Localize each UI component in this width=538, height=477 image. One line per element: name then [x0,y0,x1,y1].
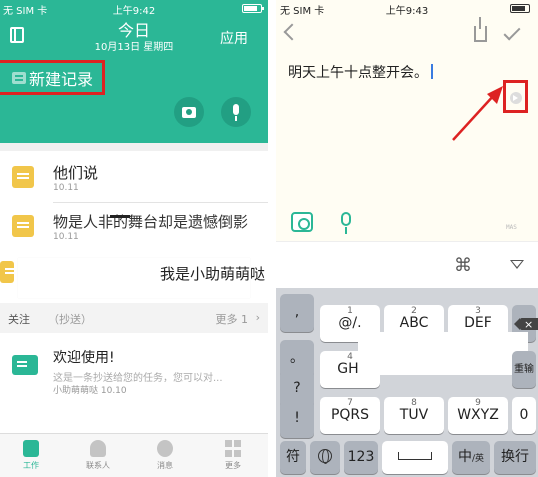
welcome-item[interactable]: 欢迎使用! 这是一条抄送给您的任务，您可以对... 小助萌萌哒 10.10 [0,333,268,401]
tab-label: 工作 [23,461,39,470]
new-record-label: 新建记录 [29,69,94,89]
item-title: 我是小助萌萌哒 [160,265,266,283]
send-icon[interactable] [510,92,522,104]
key-8[interactable]: 8 TUV [384,397,444,434]
divider [0,143,268,151]
list-item[interactable]: 他们说 10.11 [0,151,268,203]
camera-icon [182,107,196,118]
status-time: 上午9:42 [112,6,156,17]
more-grid-icon [225,440,241,457]
list-item[interactable]: 我是小助萌萌哒 [0,253,268,303]
tab-work[interactable]: 工作 [6,440,56,471]
camera-button[interactable] [174,97,204,127]
apps-button[interactable]: 应用 [220,28,248,48]
battery-icon [242,4,264,13]
note-text-area[interactable]: 明天上午十点整开会。 [288,62,433,82]
text-cursor [431,64,433,79]
new-record-button[interactable]: 新建记录 [0,60,105,95]
symbol-key[interactable]: 符 [280,441,306,474]
tab-label: 更多 [225,461,241,470]
note-icon [12,166,34,188]
tab-contacts[interactable]: 联系人 [73,440,123,471]
note-icon [12,215,34,237]
microphone-icon [233,104,239,121]
reset-key[interactable]: 重输 [512,351,536,388]
bottom-tab-bar: 工作 联系人 消息 更多 [0,433,268,477]
space-icon [398,452,432,460]
share-icon[interactable] [474,17,487,42]
annotation-arrow-icon [452,86,503,141]
more-link[interactable]: 更多 1 [216,311,249,327]
contacts-icon [90,440,106,457]
item-date: 10.11 [53,183,79,193]
glitch-bar [110,215,130,218]
key-comma[interactable]: , [280,294,314,332]
camera-icon[interactable] [291,212,313,232]
voice-button[interactable] [221,97,251,127]
item-meta: 小助萌萌哒 10.10 [53,386,127,396]
panel-gap [268,0,276,477]
back-icon[interactable] [283,23,301,41]
keyboard: , 。 ? ! 1@/. 2ABC 3DEF 4GHI 重输 7PQRS 8TU… [276,288,538,477]
tab-label: 联系人 [86,461,110,470]
chevron-right-icon: › [255,311,260,324]
checkmark-icon[interactable] [503,23,521,41]
new-note-icon [12,71,26,84]
command-icon[interactable]: ⌘ [454,255,472,276]
follow-section-header[interactable]: 关注 （抄送） 更多 1 › [0,303,268,333]
work-icon [23,440,39,457]
return-key[interactable]: 换行 [494,441,536,474]
status-bar: 无 SIM 卡 上午9:42 [0,0,268,17]
status-bar: 无 SIM 卡 上午9:43 [276,0,538,17]
list-item[interactable]: 物是人非的舞台却是遗憾倒影 10.11 [0,203,268,253]
key-7[interactable]: 7 PQRS [320,397,380,434]
green-header: 无 SIM 卡 上午9:42 今日 10月13日 星期四 应用 新建记录 [0,0,268,143]
section-title: 关注 [8,313,30,326]
watermark-logo: MAS [506,224,517,231]
space-key[interactable] [382,441,448,474]
numbers-key[interactable]: 123 [344,441,378,474]
task-card-icon [12,355,38,375]
keyboard-accessory-bar: ⌘ [276,241,538,288]
key-0[interactable]: 0 [512,397,536,434]
microphone-icon[interactable] [341,212,351,234]
item-description: 这是一条抄送给您的任务，您可以对... [53,373,223,384]
tab-label: 消息 [157,461,173,470]
key-9[interactable]: 9 WXYZ [448,397,508,434]
message-icon [157,440,173,457]
item-title: 欢迎使用! [53,350,115,366]
tab-more[interactable]: 更多 [208,440,258,471]
battery-icon [510,4,530,13]
delete-icon [514,306,538,343]
note-editor-screen: 无 SIM 卡 上午9:43 明天上午十点整开会。 MAS ⌘ , 。 ? ! [276,0,538,477]
note-icon [0,261,17,283]
glitch-overlay [358,332,528,375]
screenshot-root: 无 SIM 卡 上午9:42 今日 10月13日 星期四 应用 新建记录 他们说… [0,0,538,477]
hide-keyboard-icon[interactable] [510,260,524,269]
item-title: 他们说 [53,164,99,182]
tab-messages[interactable]: 消息 [140,440,190,471]
status-time: 上午9:43 [385,6,429,17]
today-screen: 无 SIM 卡 上午9:42 今日 10月13日 星期四 应用 新建记录 他们说… [0,0,268,477]
key-exclaim[interactable]: ! [280,400,314,438]
language-key[interactable]: 中/英 [452,441,490,474]
item-title: 物是人非的舞台却是遗憾倒影 [53,213,249,231]
section-subtitle: （抄送） [48,313,92,326]
note-text: 明天上午十点整开会。 [288,65,428,81]
globe-key[interactable] [310,441,340,474]
globe-icon [318,449,332,464]
item-date: 10.11 [53,232,79,242]
